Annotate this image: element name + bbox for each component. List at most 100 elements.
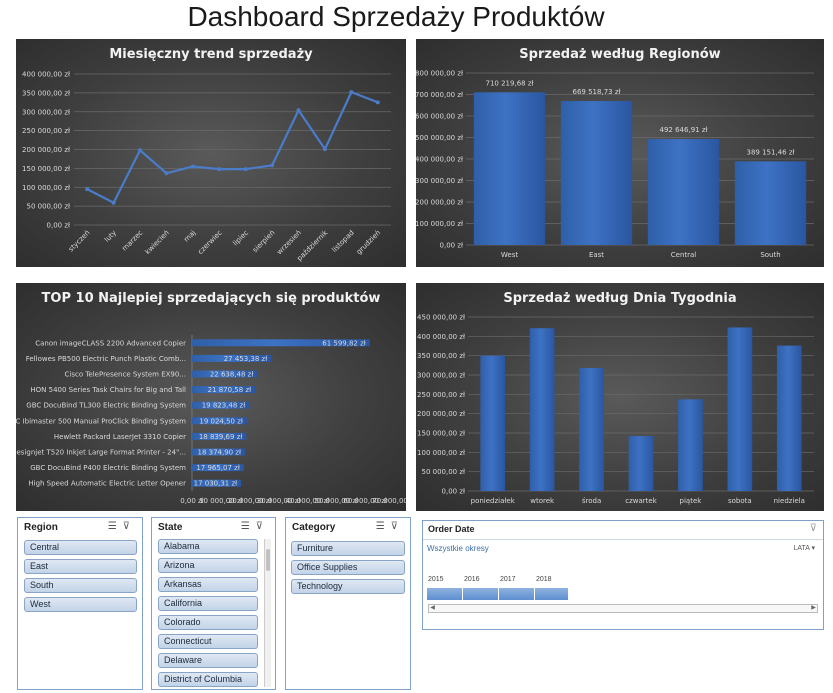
- y-tick-label: High Speed Automatic Electric Letter Ope…: [28, 480, 186, 488]
- slicer-item-state[interactable]: California: [158, 596, 258, 611]
- data-point: [85, 187, 90, 192]
- bar: [628, 436, 654, 491]
- timeline-year-bar[interactable]: [463, 588, 499, 600]
- multi-select-icon[interactable]: ☰: [376, 521, 391, 532]
- data-label: 492 646,91 zł: [660, 126, 708, 134]
- y-tick-label: 400 000,00 zł: [417, 333, 465, 341]
- y-tick-label: 500 000,00 zł: [416, 134, 463, 142]
- clear-filter-icon[interactable]: ⊽: [256, 521, 269, 532]
- y-tick-label: 800 000,00 zł: [416, 70, 463, 78]
- y-tick-label: 100 000,00 zł: [417, 449, 465, 457]
- bar: [727, 327, 753, 491]
- data-label: 61 599,82 zł: [322, 339, 366, 347]
- slicer-item-office-supplies[interactable]: Office Supplies: [291, 560, 405, 575]
- slicer-item-east[interactable]: East: [24, 559, 137, 574]
- timeline-scrollbar[interactable]: [428, 604, 818, 613]
- y-tick-label: 350 000,00 zł: [22, 89, 70, 97]
- y-tick-label: Hewlett Packard LaserJet 3310 Copier: [54, 433, 186, 441]
- timeline-year: 2018: [536, 576, 552, 583]
- slicer-item-state[interactable]: Alabama: [158, 539, 258, 554]
- region-sales-chart: Sprzedaż według Regionów 0,00 zł 100 000,0…: [416, 39, 824, 267]
- y-tick-label: Fellowes PB500 Electric Punch Plastic Co…: [26, 355, 186, 363]
- data-point: [111, 200, 116, 205]
- data-point: [296, 108, 301, 113]
- multi-select-icon[interactable]: ☰: [108, 521, 123, 532]
- slicer-item-technology[interactable]: Technology: [291, 579, 405, 594]
- y-tick-label: Canon imageCLASS 2200 Advanced Copier: [35, 339, 186, 347]
- x-tick-label: West: [501, 251, 518, 259]
- data-label: 17 965,07 zł: [196, 464, 240, 472]
- order-date-timeline: Order Date ⊽ Wszystkie okresy LATA ▾ 201…: [422, 520, 824, 630]
- series-line: [86, 91, 379, 204]
- scroll-right-icon[interactable]: ▶: [809, 604, 818, 613]
- x-tick-label: maj: [182, 229, 197, 244]
- bar: [473, 92, 546, 245]
- data-point: [217, 167, 222, 172]
- data-label: 17 030,31 zł: [194, 480, 238, 488]
- slicer-item-state[interactable]: Colorado: [158, 615, 258, 630]
- slicer-item-state[interactable]: Arizona: [158, 558, 258, 573]
- timeline-level-selector[interactable]: LATA ▾: [793, 544, 815, 552]
- timeline-level: LATA: [793, 545, 810, 552]
- data-point: [270, 163, 275, 168]
- y-tick-label: 200 000,00 zł: [416, 199, 463, 207]
- x-tick-label: Central: [671, 251, 697, 259]
- y-tick-label: 50 000,00 zł: [421, 468, 465, 476]
- slicer-item-central[interactable]: Central: [24, 540, 137, 555]
- data-label: 22 638,48 zł: [210, 371, 254, 379]
- timeline-title: Order Date: [428, 524, 475, 534]
- x-tick-label: wtorek: [530, 497, 555, 505]
- data-point: [164, 171, 169, 176]
- slicer-item-state[interactable]: Delaware: [158, 653, 258, 668]
- data-label: 19 024,50 zł: [199, 417, 243, 425]
- y-tick-label: GBC Ibimaster 500 Manual ProClick Bindin…: [16, 417, 186, 425]
- y-tick-label: 250 000,00 zł: [22, 127, 70, 135]
- x-tick-label: sierpień: [251, 229, 276, 254]
- clear-filter-icon[interactable]: ⊽: [123, 521, 136, 532]
- x-tick-label: niedziela: [774, 497, 805, 505]
- timeline-year-bar[interactable]: [427, 588, 463, 600]
- category-slicer: Category ☰⊽ Furniture Office Supplies Te…: [285, 517, 411, 690]
- state-scrollbar[interactable]: [264, 539, 271, 687]
- x-tick-label: lipiec: [231, 229, 250, 248]
- x-tick-label: wrzesień: [275, 229, 303, 257]
- data-label: 18 839,69 zł: [199, 433, 243, 441]
- slicer-item-west[interactable]: West: [24, 597, 137, 612]
- weekday-sales-chart: Sprzedaż według Dnia Tygodnia 0,00 zł 50 0…: [416, 283, 824, 511]
- chart-title: Sprzedaż według Regionów: [519, 47, 720, 62]
- y-tick-label: 200 000,00 zł: [22, 146, 70, 154]
- data-point: [243, 167, 248, 172]
- clear-filter-icon[interactable]: ⊽: [810, 523, 817, 534]
- slicer-item-state[interactable]: Arkansas: [158, 577, 258, 592]
- x-tick-label: luty: [103, 229, 118, 244]
- slicer-item-state[interactable]: Connecticut: [158, 634, 258, 649]
- timeline-year-bar[interactable]: [535, 588, 569, 600]
- multi-select-icon[interactable]: ☰: [241, 521, 256, 532]
- y-tick-label: 50 000,00 zł: [26, 203, 70, 211]
- x-tick-label: czwartek: [625, 497, 657, 505]
- chart-title: Sprzedaż według Dnia Tygodnia: [503, 291, 736, 306]
- scroll-left-icon[interactable]: ◀: [428, 604, 437, 613]
- bar: [579, 368, 604, 491]
- slicer-item-state[interactable]: District of Columbia: [158, 672, 258, 687]
- x-tick-label: czerwiec: [196, 229, 223, 256]
- bar: [480, 355, 506, 491]
- page-title: Dashboard Sprzedaży Produktów: [187, 1, 605, 32]
- y-tick-label: 300 000,00 zł: [22, 108, 70, 116]
- x-tick-label: East: [589, 251, 604, 259]
- y-tick-label: 600 000,00 zł: [416, 113, 463, 121]
- bar: [560, 101, 633, 246]
- y-tick-label: GBC DocuBind P400 Electric Binding Syste…: [30, 464, 186, 472]
- chevron-down-icon: ▾: [811, 545, 815, 552]
- timeline-year-bar[interactable]: [499, 588, 535, 600]
- x-tick-label: marzec: [121, 229, 145, 253]
- timeline-year: 2015: [428, 576, 444, 583]
- chart-title: TOP 10 Najlepiej sprzedających się produ…: [42, 291, 381, 306]
- slicer-item-south[interactable]: South: [24, 578, 137, 593]
- slicer-item-furniture[interactable]: Furniture: [291, 541, 405, 556]
- x-tick-label: poniedziałek: [471, 497, 516, 505]
- y-tick-label: 300 000,00 zł: [416, 177, 463, 185]
- data-point: [190, 164, 195, 169]
- scroll-thumb[interactable]: [266, 549, 270, 571]
- clear-filter-icon[interactable]: ⊽: [391, 521, 404, 532]
